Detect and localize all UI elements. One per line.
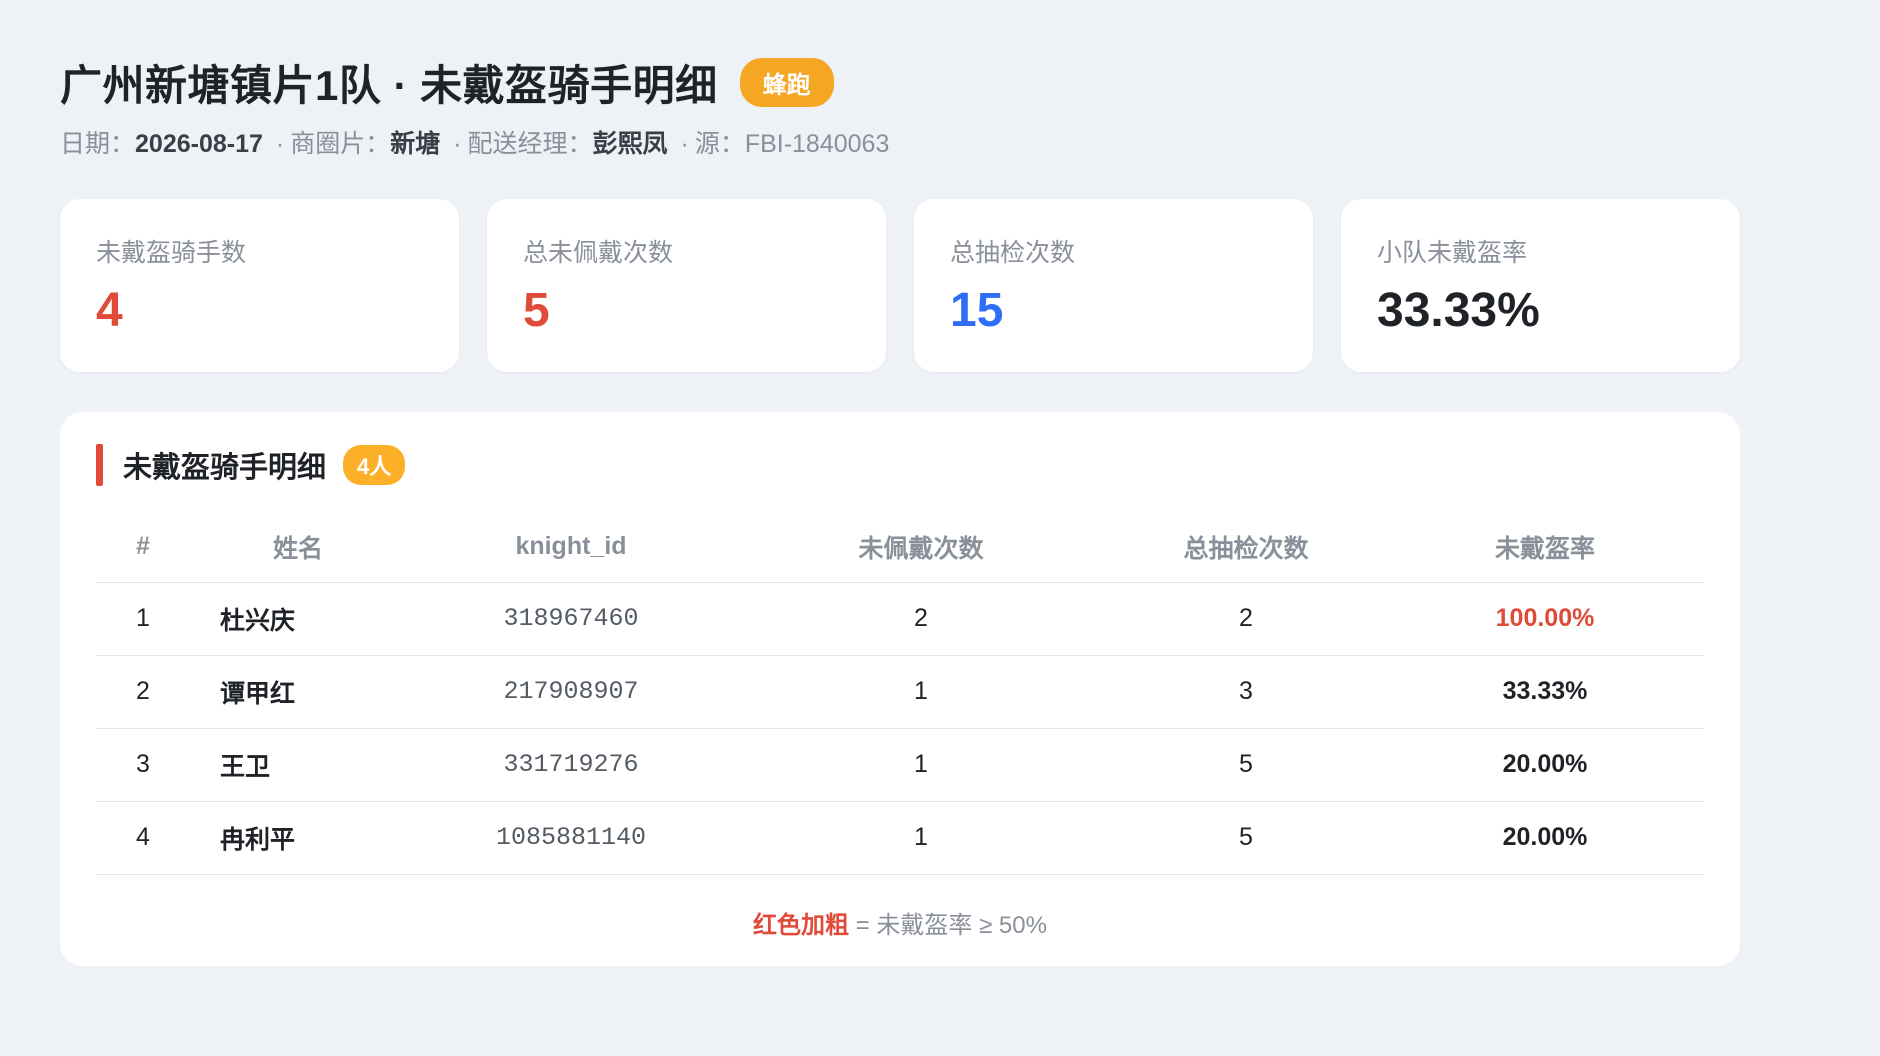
cell-total-checks: 3 — [1106, 655, 1386, 729]
cell-rate: 20.00% — [1386, 801, 1704, 875]
column-header-knight-id: knight_id — [406, 512, 736, 583]
column-header-index: # — [96, 512, 190, 583]
cell-index: 1 — [96, 582, 190, 656]
report-page: 广州新塘镇片1队 · 未戴盔骑手明细 蜂跑 日期：2026-08-17 · 商圈片… — [0, 0, 1880, 1056]
cell-missed: 1 — [736, 728, 1106, 802]
table-row: 3 王卫 331719276 1 5 20.00% — [96, 728, 1704, 802]
district-value: 新塘 — [390, 130, 441, 158]
cell-name: 王卫 — [190, 728, 406, 802]
cell-rate: 20.00% — [1386, 728, 1704, 802]
manager-label: 配送经理： — [467, 130, 593, 158]
accent-bar — [96, 444, 103, 486]
cell-missed: 1 — [736, 801, 1106, 875]
cell-knight-id: 1085881140 — [406, 801, 736, 875]
page-header: 广州新塘镇片1队 · 未戴盔骑手明细 蜂跑 — [60, 52, 834, 113]
column-header-name: 姓名 — [190, 512, 406, 583]
cell-knight-id: 217908907 — [406, 655, 736, 729]
cell-index: 3 — [96, 728, 190, 802]
kpi-label: 总未佩戴次数 — [523, 239, 674, 267]
kpi-value: 5 — [523, 284, 550, 337]
report-date: 2026-08-17 — [135, 130, 263, 158]
cell-missed: 1 — [736, 655, 1106, 729]
cell-knight-id: 318967460 — [406, 582, 736, 656]
table-row: 2 谭甲红 217908907 1 3 33.33% — [96, 655, 1704, 729]
cell-index: 4 — [96, 801, 190, 875]
report-meta: 日期：2026-08-17 · 商圈片：新塘 · 配送经理：彭熙凤 · 源：FBI-1… — [60, 124, 889, 160]
column-header-total-checks: 总抽检次数 — [1106, 512, 1386, 583]
cell-missed: 2 — [736, 582, 1106, 656]
date-label: 日期： — [60, 130, 136, 158]
kpi-value: 15 — [950, 284, 1004, 337]
source-id: 源：FBI-1840063 — [694, 130, 890, 158]
manager-value: 彭熙凤 — [592, 130, 668, 158]
cell-knight-id: 331719276 — [406, 728, 736, 802]
kpi-cards: 未戴盔骑手数 4 总未佩戴次数 5 总抽检次数 15 小队未戴盔率 33.33% — [60, 199, 1740, 372]
rider-table: # 姓名 knight_id 未佩戴次数 总抽检次数 未戴盔率 1 杜兴庆 31… — [96, 512, 1704, 875]
table-row: 1 杜兴庆 318967460 2 2 100.00% — [96, 582, 1704, 656]
rider-count-badge: 4人 — [343, 445, 406, 485]
detail-panel: 未戴盔骑手明细 4人 # 姓名 knight_id 未佩戴次数 总抽检次数 未戴… — [60, 412, 1740, 966]
kpi-label: 小队未戴盔率 — [1377, 239, 1528, 267]
kpi-value: 4 — [96, 284, 123, 337]
district-label: 商圈片： — [290, 130, 391, 158]
kpi-value: 33.33% — [1377, 284, 1540, 337]
kpi-label: 总抽检次数 — [950, 239, 1076, 267]
column-header-missed: 未佩戴次数 — [736, 512, 1106, 583]
meta-separator: · — [680, 130, 689, 158]
kpi-label: 未戴盔骑手数 — [96, 239, 247, 267]
page-title: 广州新塘镇片1队 · 未戴盔骑手明细 — [60, 62, 718, 109]
column-header-rate: 未戴盔率 — [1386, 512, 1704, 583]
kpi-card-riders-without-helmet: 未戴盔骑手数 4 — [60, 199, 459, 372]
meta-separator: · — [275, 130, 285, 158]
cell-rate: 100.00% — [1386, 582, 1704, 656]
table-header-row: # 姓名 knight_id 未佩戴次数 总抽检次数 未戴盔率 — [96, 512, 1704, 583]
cell-total-checks: 5 — [1106, 728, 1386, 802]
cell-name: 冉利平 — [190, 801, 406, 875]
kpi-card-total-checks: 总抽检次数 15 — [914, 199, 1313, 372]
cell-total-checks: 2 — [1106, 582, 1386, 656]
kpi-card-team-rate: 小队未戴盔率 33.33% — [1341, 199, 1740, 372]
kpi-card-total-missed: 总未佩戴次数 5 — [487, 199, 886, 372]
cell-name: 谭甲红 — [190, 655, 406, 729]
table-row: 4 冉利平 1085881140 1 5 20.00% — [96, 801, 1704, 875]
cell-total-checks: 5 — [1106, 801, 1386, 875]
legend-text: = 未戴盔率 ≥ 50% — [849, 911, 1047, 939]
table-legend: 红色加粗 = 未戴盔率 ≥ 50% — [96, 905, 1704, 940]
panel-title: 未戴盔骑手明细 — [123, 452, 327, 484]
cell-rate: 33.33% — [1386, 655, 1704, 729]
meta-separator: · — [453, 130, 462, 158]
cell-index: 2 — [96, 655, 190, 729]
platform-badge: 蜂跑 — [739, 58, 834, 107]
panel-header: 未戴盔骑手明细 4人 — [96, 444, 1704, 486]
legend-highlight: 红色加粗 — [753, 911, 850, 939]
cell-name: 杜兴庆 — [190, 582, 406, 656]
